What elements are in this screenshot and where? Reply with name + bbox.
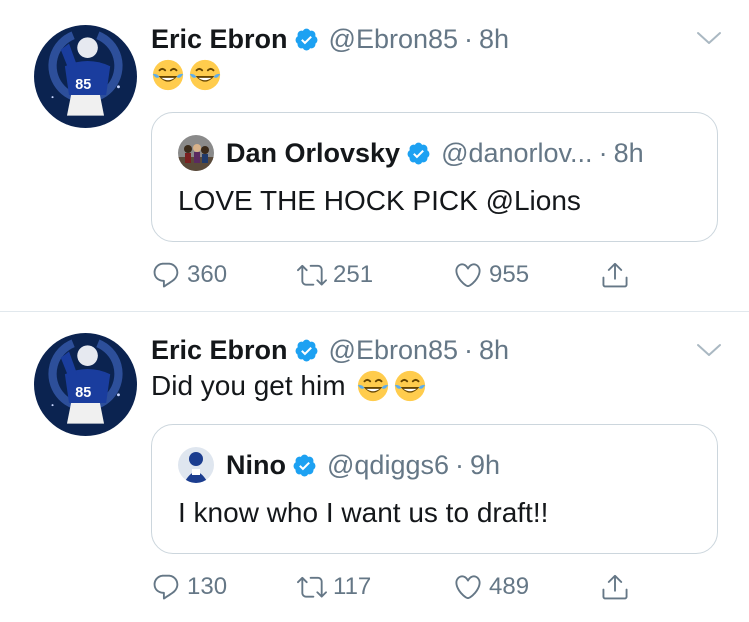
heart-icon — [453, 260, 483, 290]
quoted-tweet-text: LOVE THE HOCK PICK @Lions — [178, 185, 581, 216]
timestamp[interactable]: 8h — [479, 335, 509, 366]
heart-icon — [453, 572, 483, 602]
avatar[interactable] — [34, 333, 137, 436]
quoted-author-handle: @danorlov... — [441, 137, 593, 168]
author-handle[interactable]: @Ebron85 — [329, 335, 459, 366]
chevron-down-icon[interactable] — [696, 30, 722, 46]
reply-icon — [151, 260, 181, 290]
quoted-author-name: Dan Orlovsky — [226, 137, 401, 168]
author-name[interactable]: Eric Ebron — [151, 335, 288, 366]
retweet-count: 117 — [333, 573, 372, 600]
timestamp[interactable]: 8h — [479, 24, 509, 55]
tweet[interactable]: Eric Ebron @Ebron85 · 8h Dan Orlovsky @d… — [0, 0, 749, 311]
like-button[interactable]: 489 — [453, 570, 529, 604]
author-handle[interactable]: @Ebron85 — [329, 24, 459, 55]
reply-button[interactable]: 130 — [151, 570, 227, 604]
separator-dot: · — [464, 334, 474, 365]
share-icon — [600, 260, 630, 290]
face-with-tears-of-joy-icon — [356, 369, 390, 403]
colts-player-85-avatar — [34, 25, 137, 128]
quoted-tweet[interactable]: Nino @qdiggs6 · 9h I know who I want us … — [151, 424, 718, 554]
quoted-timestamp: 9h — [470, 449, 501, 480]
quoted-author-name: Nino — [226, 449, 286, 480]
avatar — [178, 447, 214, 483]
quoted-timestamp: 8h — [613, 137, 644, 168]
retweet-count: 251 — [333, 261, 374, 288]
share-icon — [600, 572, 630, 602]
verified-badge-icon — [406, 141, 431, 166]
like-button[interactable]: 955 — [453, 258, 529, 292]
like-count: 955 — [489, 261, 530, 288]
reply-icon — [151, 572, 181, 602]
tweet-text: Did you get him — [151, 369, 430, 403]
separator-dot: · — [464, 23, 474, 54]
share-button[interactable] — [600, 258, 630, 292]
tweet[interactable]: Eric Ebron @Ebron85 · 8h Did you get him… — [0, 312, 749, 622]
nino-avatar — [178, 447, 214, 483]
retweet-icon — [297, 260, 327, 290]
face-with-tears-of-joy-icon — [151, 58, 185, 92]
quoted-tweet-text: I know who I want us to draft!! — [178, 497, 549, 528]
verified-badge-icon — [292, 453, 317, 478]
face-with-tears-of-joy-icon — [188, 58, 222, 92]
reply-count: 360 — [187, 261, 228, 288]
avatar — [178, 135, 214, 171]
tweet-text-content: Did you get him — [151, 370, 346, 401]
separator-dot: · — [598, 137, 608, 168]
quoted-tweet-header: Nino @qdiggs6 · 9h — [178, 447, 500, 483]
quoted-tweet[interactable]: Dan Orlovsky @danorlov... · 8h LOVE THE … — [151, 112, 718, 242]
quoted-author-handle: @qdiggs6 — [327, 449, 449, 480]
author-name[interactable]: Eric Ebron — [151, 24, 288, 55]
tweet-text — [151, 58, 225, 92]
chevron-down-icon[interactable] — [696, 342, 722, 358]
quoted-tweet-header: Dan Orlovsky @danorlov... · 8h — [178, 135, 644, 171]
retweet-button[interactable]: 117 — [297, 570, 371, 604]
reply-count: 130 — [187, 573, 228, 600]
dan-orlovsky-avatar — [178, 135, 214, 171]
share-button[interactable] — [600, 570, 630, 604]
face-with-tears-of-joy-icon — [393, 369, 427, 403]
tweet-header: Eric Ebron @Ebron85 · 8h — [151, 22, 509, 56]
separator-dot: · — [455, 449, 464, 480]
reply-button[interactable]: 360 — [151, 258, 227, 292]
retweet-button[interactable]: 251 — [297, 258, 373, 292]
tweet-header: Eric Ebron @Ebron85 · 8h — [151, 333, 509, 367]
avatar[interactable] — [34, 25, 137, 128]
verified-badge-icon — [294, 27, 319, 52]
retweet-icon — [297, 572, 327, 602]
like-count: 489 — [489, 573, 530, 600]
colts-player-85-avatar — [34, 333, 137, 436]
verified-badge-icon — [294, 338, 319, 363]
